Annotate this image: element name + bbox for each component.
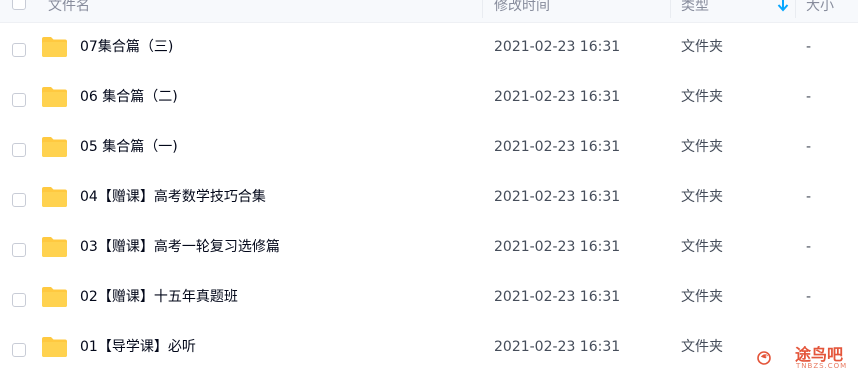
row-checkbox[interactable] — [12, 293, 26, 307]
file-size: - — [806, 239, 812, 255]
watermark-bird-icon — [757, 351, 771, 365]
file-size: - — [806, 139, 812, 155]
file-type: 文件夹 — [681, 39, 723, 55]
folder-icon — [42, 87, 67, 107]
column-divider[interactable] — [670, 0, 671, 18]
row-checkbox[interactable] — [12, 243, 26, 257]
modified-time: 2021-02-23 16:31 — [494, 139, 621, 155]
folder-icon — [42, 137, 67, 157]
column-header-time[interactable]: 修改时间 — [494, 0, 550, 22]
file-type: 文件夹 — [681, 339, 723, 355]
file-row[interactable]: 03【赠课】高考一轮复习选修篇 2021-02-23 16:31 文件夹 - — [0, 225, 858, 275]
file-name[interactable]: 02【赠课】十五年真题班 — [80, 288, 238, 306]
file-type: 文件夹 — [681, 89, 723, 105]
folder-icon — [42, 187, 67, 207]
file-name[interactable]: 06 集合篇（二) — [80, 88, 178, 106]
row-checkbox[interactable] — [12, 93, 26, 107]
file-row[interactable]: 01【导学课】必听 2021-02-23 16:31 文件夹 — [0, 325, 858, 375]
file-name[interactable]: 01【导学课】必听 — [80, 338, 196, 356]
file-type: 文件夹 — [681, 239, 723, 255]
file-row[interactable]: 02【赠课】十五年真题班 2021-02-23 16:31 文件夹 - — [0, 275, 858, 325]
row-checkbox[interactable] — [12, 343, 26, 357]
column-divider[interactable] — [482, 0, 483, 18]
column-divider[interactable] — [795, 0, 796, 18]
modified-time: 2021-02-23 16:31 — [494, 189, 621, 205]
folder-icon — [42, 337, 67, 357]
modified-time: 2021-02-23 16:31 — [494, 89, 621, 105]
file-row[interactable]: 07集合篇（三) 2021-02-23 16:31 文件夹 - — [0, 25, 858, 75]
file-list-header: 文件名 修改时间 类型 大小 — [0, 0, 858, 23]
file-row[interactable]: 05 集合篇（一) 2021-02-23 16:31 文件夹 - — [0, 125, 858, 175]
modified-time: 2021-02-23 16:31 — [494, 339, 621, 355]
folder-icon — [42, 287, 67, 307]
select-all-checkbox[interactable] — [12, 0, 26, 10]
file-name[interactable]: 05 集合篇（一) — [80, 138, 178, 156]
file-size: - — [806, 89, 812, 105]
watermark-subtext: TNBZS.COM — [796, 362, 848, 370]
column-header-type[interactable]: 类型 — [681, 0, 709, 22]
column-header-size[interactable]: 大小 — [806, 0, 834, 22]
file-size: - — [806, 189, 812, 205]
modified-time: 2021-02-23 16:31 — [494, 239, 621, 255]
file-type: 文件夹 — [681, 189, 723, 205]
column-header-name[interactable]: 文件名 — [48, 0, 90, 22]
file-row[interactable]: 04【赠课】高考数学技巧合集 2021-02-23 16:31 文件夹 - — [0, 175, 858, 225]
file-type: 文件夹 — [681, 289, 723, 305]
modified-time: 2021-02-23 16:31 — [494, 289, 621, 305]
row-checkbox[interactable] — [12, 43, 26, 57]
file-name[interactable]: 03【赠课】高考一轮复习选修篇 — [80, 238, 280, 256]
file-size: - — [806, 289, 812, 305]
arrow-down-icon[interactable] — [776, 0, 790, 14]
file-name[interactable]: 04【赠课】高考数学技巧合集 — [80, 188, 266, 206]
file-type: 文件夹 — [681, 139, 723, 155]
folder-icon — [42, 237, 67, 257]
row-checkbox[interactable] — [12, 193, 26, 207]
file-row[interactable]: 06 集合篇（二) 2021-02-23 16:31 文件夹 - — [0, 75, 858, 125]
modified-time: 2021-02-23 16:31 — [494, 39, 621, 55]
row-checkbox[interactable] — [12, 143, 26, 157]
file-size: - — [806, 39, 812, 55]
file-name[interactable]: 07集合篇（三) — [80, 38, 173, 56]
folder-icon — [42, 37, 67, 57]
